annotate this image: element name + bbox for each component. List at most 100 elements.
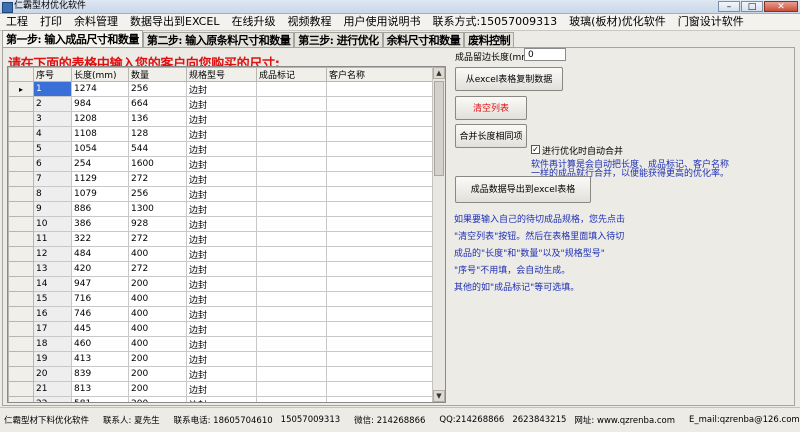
cell-customer[interactable]	[326, 366, 433, 382]
cell-spec[interactable]: 边封	[186, 81, 257, 97]
cell-index[interactable]: 4	[33, 126, 72, 142]
menu-glass-software[interactable]: 玻璃(板材)优化软件	[563, 14, 672, 30]
row-header[interactable]	[8, 336, 34, 352]
cell-length[interactable]: 1079	[71, 186, 129, 202]
cell-length[interactable]: 746	[71, 306, 129, 322]
cell-quantity[interactable]: 136	[128, 111, 187, 127]
cell-index[interactable]: 9	[33, 201, 72, 217]
cell-customer[interactable]	[326, 261, 433, 277]
margin-length-input[interactable]: 0	[524, 48, 566, 61]
table-row[interactable]: 6 254 1600 边封	[8, 156, 433, 172]
cell-quantity[interactable]: 400	[128, 336, 187, 352]
cell-length[interactable]: 839	[71, 366, 129, 382]
table-row[interactable]: 18 460 400 边封	[8, 336, 433, 352]
cell-spec[interactable]: 边封	[186, 246, 257, 262]
row-header[interactable]	[8, 126, 34, 142]
cell-quantity[interactable]: 400	[128, 306, 187, 322]
cell-index[interactable]: 10	[33, 216, 72, 232]
cell-quantity[interactable]: 200	[128, 396, 187, 402]
cell-quantity[interactable]: 544	[128, 141, 187, 157]
cell-spec[interactable]: 边封	[186, 186, 257, 202]
table-row[interactable]: 9 886 1300 边封	[8, 201, 433, 217]
cell-index[interactable]: 2	[33, 96, 72, 112]
table-row[interactable]: 22581200边封	[8, 396, 433, 402]
merge-same-length-button[interactable]: 合并长度相同项	[455, 124, 527, 148]
row-header[interactable]	[8, 216, 34, 232]
cell-length[interactable]: 1274	[71, 81, 129, 97]
cell-index[interactable]: 15	[33, 291, 72, 307]
cell-index[interactable]: 13	[33, 261, 72, 277]
cell-index[interactable]: 3	[33, 111, 72, 127]
row-header[interactable]	[8, 366, 34, 382]
cell-mark[interactable]	[256, 261, 327, 277]
cell-length[interactable]: 984	[71, 96, 129, 112]
table-row[interactable]: 21 813 200 边封	[8, 381, 433, 397]
cell-length[interactable]: 445	[71, 321, 129, 337]
cell-customer[interactable]	[326, 96, 433, 112]
row-header[interactable]	[8, 261, 34, 277]
cell-customer[interactable]	[326, 336, 433, 352]
col-header-customer[interactable]: 客户名称	[326, 67, 433, 82]
tab-remnant[interactable]: 余料尺寸和数量	[382, 32, 465, 48]
col-header-quantity[interactable]: 数量	[128, 67, 187, 82]
cell-index[interactable]: 14	[33, 276, 72, 292]
table-row[interactable]: 13 420 272 边封	[8, 261, 433, 277]
cell-length[interactable]: 1129	[71, 171, 129, 187]
cell-customer[interactable]	[326, 276, 433, 292]
table-row[interactable]: 3 1208 136 边封	[8, 111, 433, 127]
cell-spec[interactable]: 边封	[186, 276, 257, 292]
cell-index[interactable]: 12	[33, 246, 72, 262]
row-header[interactable]	[8, 306, 34, 322]
cell-index[interactable]: 7	[33, 171, 72, 187]
cell-quantity[interactable]: 272	[128, 231, 187, 247]
cell-length[interactable]: 1108	[71, 126, 129, 142]
cell-quantity[interactable]: 400	[128, 246, 187, 262]
row-header[interactable]: ▸	[8, 81, 34, 97]
clear-list-button[interactable]: 清空列表	[455, 96, 527, 120]
cell-index[interactable]: 19	[33, 351, 72, 367]
cell-length[interactable]: 886	[71, 201, 129, 217]
cell-quantity[interactable]: 200	[128, 381, 187, 397]
cell-mark[interactable]	[256, 186, 327, 202]
row-header[interactable]	[8, 291, 34, 307]
row-header[interactable]	[8, 276, 34, 292]
table-row[interactable]: 7 1129 272 边封	[8, 171, 433, 187]
auto-merge-checkbox[interactable]: ✓	[531, 145, 540, 154]
cell-quantity[interactable]: 928	[128, 216, 187, 232]
table-row[interactable]: 2 984 664 边封	[8, 96, 433, 112]
product-grid[interactable]: 序号 长度(mm) 数量 规格型号 成品标记 客户名称 ▸ 1 1274 256 边封 2…	[7, 66, 446, 403]
cell-mark[interactable]	[256, 141, 327, 157]
menu-remnant[interactable]: 余料管理	[68, 14, 124, 30]
cell-mark[interactable]	[256, 336, 327, 352]
table-row[interactable]: 14 947 200 边封	[8, 276, 433, 292]
cell-mark[interactable]	[256, 216, 327, 232]
cell-length[interactable]: 1208	[71, 111, 129, 127]
cell-index[interactable]: 16	[33, 306, 72, 322]
tab-step2[interactable]: 第二步: 输入原条料尺寸和数量	[142, 32, 295, 48]
cell-customer[interactable]	[326, 186, 433, 202]
cell-spec[interactable]: 边封	[186, 261, 257, 277]
cell-spec[interactable]: 边封	[186, 126, 257, 142]
menu-contact[interactable]: 联系方式:15057009313	[426, 14, 563, 30]
scroll-down-arrow-icon[interactable]: ▼	[433, 390, 445, 402]
menu-manual[interactable]: 用户使用说明书	[337, 14, 426, 30]
scroll-up-arrow-icon[interactable]: ▲	[433, 67, 445, 79]
cell-spec[interactable]: 边封	[186, 351, 257, 367]
cell-mark[interactable]	[256, 231, 327, 247]
maximize-button[interactable]: □	[741, 1, 763, 12]
cell-quantity[interactable]: 1600	[128, 156, 187, 172]
cell-index[interactable]: 11	[33, 231, 72, 247]
cell-mark[interactable]	[256, 291, 327, 307]
cell-customer[interactable]	[326, 126, 433, 142]
cell-mark[interactable]	[256, 276, 327, 292]
table-row[interactable]: 12 484 400 边封	[8, 246, 433, 262]
cell-spec[interactable]: 边封	[186, 141, 257, 157]
cell-spec[interactable]: 边封	[186, 171, 257, 187]
cell-mark[interactable]	[256, 81, 327, 97]
cell-customer[interactable]	[326, 171, 433, 187]
cell-length[interactable]: 386	[71, 216, 129, 232]
close-button[interactable]: ✕	[764, 1, 798, 12]
cell-length[interactable]: 254	[71, 156, 129, 172]
cell-length[interactable]: 413	[71, 351, 129, 367]
cell-mark[interactable]	[256, 156, 327, 172]
